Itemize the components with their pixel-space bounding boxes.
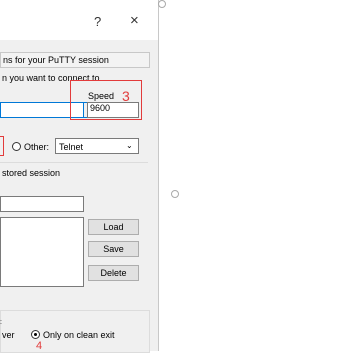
- saved-sessions-list[interactable]: [0, 217, 84, 287]
- other-label: Other:: [24, 142, 50, 152]
- title-bar: ? ×: [0, 0, 158, 40]
- speed-label: Speed: [88, 91, 115, 101]
- stored-session-label: stored session: [2, 168, 61, 178]
- delete-button[interactable]: Delete: [88, 265, 139, 281]
- other-radio[interactable]: [12, 142, 21, 151]
- speed-value: 9600: [90, 103, 111, 113]
- saved-session-input[interactable]: [0, 196, 84, 212]
- chevron-down-icon: ⌄: [126, 141, 133, 150]
- section-header-text: ns for your PuTTY session: [3, 55, 109, 65]
- resize-handle-top[interactable]: [158, 0, 166, 8]
- never-label-fragment: ver: [2, 330, 15, 340]
- section-header: ns for your PuTTY session: [0, 52, 150, 68]
- annotation-number-4: 4: [36, 340, 43, 352]
- separator: [0, 162, 148, 163]
- only-on-clean-exit-radio[interactable]: [31, 330, 40, 339]
- protocol-select[interactable]: Telnet ⌄: [55, 138, 139, 154]
- resize-handle-middle[interactable]: [171, 190, 179, 198]
- only-on-clean-exit-label: Only on clean exit: [43, 330, 115, 340]
- help-button[interactable]: ?: [94, 14, 101, 29]
- annotation-box-connection-type: [0, 136, 4, 156]
- save-button[interactable]: Save: [88, 241, 139, 257]
- protocol-selected-value: Telnet: [59, 142, 84, 152]
- close-button[interactable]: ×: [130, 12, 139, 29]
- speed-input[interactable]: 9600: [87, 102, 139, 118]
- group-label-fragment: :: [0, 319, 2, 326]
- load-button[interactable]: Load: [88, 219, 139, 235]
